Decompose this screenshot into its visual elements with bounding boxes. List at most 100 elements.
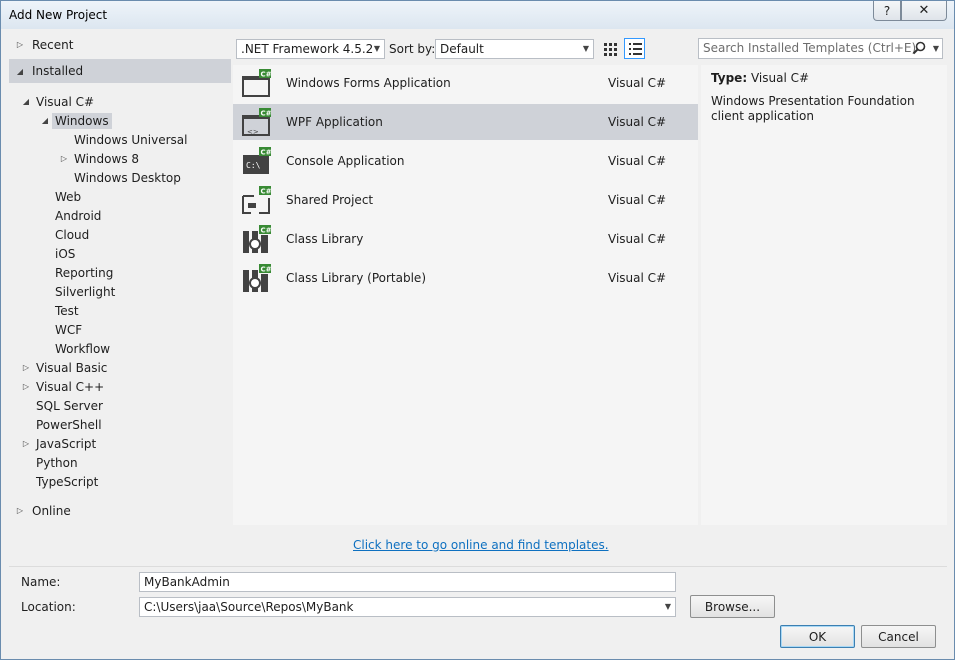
template-item-console[interactable]: C:\ C# Console Application Visual C# xyxy=(233,143,698,179)
template-name: Class Library xyxy=(286,232,364,246)
tree-label: Test xyxy=(55,303,79,318)
find-online-templates-link[interactable]: Click here to go online and find templat… xyxy=(353,538,609,552)
class-library-portable-icon: C# xyxy=(243,264,272,292)
expand-arrow-icon[interactable]: ▷ xyxy=(59,154,69,164)
expand-arrow-icon[interactable]: ▷ xyxy=(21,382,31,392)
tree-item-reporting[interactable]: Reporting xyxy=(9,263,231,282)
add-new-project-dialog: Add New Project ? ✕ ▷ Recent ◢ Installed… xyxy=(0,0,955,660)
ok-button[interactable]: OK xyxy=(780,625,855,648)
search-templates-input[interactable]: Search Installed Templates (Ctrl+E) ▼ xyxy=(698,38,943,59)
tree-item-windows-8[interactable]: ▷ Windows 8 xyxy=(9,149,231,168)
tree-item-ios[interactable]: iOS xyxy=(9,244,231,263)
template-name: Shared Project xyxy=(286,193,374,207)
framework-select[interactable]: .NET Framework 4.5.2 ▼ xyxy=(236,39,385,59)
tree-item-online[interactable]: ▷ Online xyxy=(9,501,231,520)
type-label: Type: xyxy=(711,71,748,85)
template-type: Type: Visual C# xyxy=(711,71,937,85)
console-application-icon: C:\ C# xyxy=(243,147,272,174)
type-value: Visual C# xyxy=(750,71,810,85)
tree-label: JavaScript xyxy=(36,436,97,451)
chevron-down-icon[interactable]: ▼ xyxy=(665,598,671,616)
tree-item-visual-basic[interactable]: ▷ Visual Basic xyxy=(9,358,231,377)
browse-button[interactable]: Browse... xyxy=(690,595,775,618)
tree-item-windows-desktop[interactable]: Windows Desktop xyxy=(9,168,231,187)
tree-item-wcf[interactable]: WCF xyxy=(9,320,231,339)
sort-by-label: Sort by: xyxy=(389,42,436,56)
svg-text:C:\: C:\ xyxy=(246,161,261,170)
tree-label: Windows xyxy=(52,112,112,129)
search-icon[interactable] xyxy=(912,41,926,55)
dialog-content: ▷ Recent ◢ Installed ◢ Visual C# ◢ Windo… xyxy=(9,31,947,653)
tree-label: Reporting xyxy=(55,265,114,280)
tree-item-android[interactable]: Android xyxy=(9,206,231,225)
browse-label: Browse... xyxy=(704,599,761,614)
template-item-shared-project[interactable]: C# Shared Project Visual C# xyxy=(233,182,698,218)
expand-arrow-icon[interactable]: ▷ xyxy=(21,363,31,373)
template-list: C# Windows Forms Application Visual C# <… xyxy=(233,65,698,525)
template-tree: ▷ Recent ◢ Installed ◢ Visual C# ◢ Windo… xyxy=(9,31,231,566)
cancel-button[interactable]: Cancel xyxy=(861,625,936,648)
collapse-arrow-icon[interactable]: ◢ xyxy=(15,66,25,76)
framework-value: .NET Framework 4.5.2 xyxy=(241,42,374,56)
tree-item-typescript[interactable]: TypeScript xyxy=(9,472,231,491)
sort-by-select[interactable]: Default ▼ xyxy=(435,39,594,59)
wpf-application-icon: <> C# xyxy=(242,108,272,136)
tree-label: WCF xyxy=(55,322,83,337)
list-view-button[interactable] xyxy=(624,38,645,59)
tree-item-sql-server[interactable]: SQL Server xyxy=(9,396,231,415)
template-name: WPF Application xyxy=(286,115,383,129)
tree-item-test[interactable]: Test xyxy=(9,301,231,320)
tree-item-windows-universal[interactable]: Windows Universal xyxy=(9,130,231,149)
collapse-arrow-icon[interactable]: ◢ xyxy=(21,97,31,107)
template-item-windows-forms[interactable]: C# Windows Forms Application Visual C# xyxy=(233,65,698,101)
template-language: Visual C# xyxy=(608,154,667,168)
collapse-arrow-icon[interactable]: ◢ xyxy=(40,116,50,126)
tree-item-visual-cpp[interactable]: ▷ Visual C++ xyxy=(9,377,231,396)
tree-label: SQL Server xyxy=(36,398,103,413)
help-button[interactable]: ? xyxy=(873,1,901,21)
tree-item-cloud[interactable]: Cloud xyxy=(9,225,231,244)
tree-item-python[interactable]: Python xyxy=(9,453,231,472)
tree-label: Visual C++ xyxy=(36,379,105,394)
tree-label: Recent xyxy=(32,37,74,52)
template-language: Visual C# xyxy=(608,193,667,207)
tree-item-recent[interactable]: ▷ Recent xyxy=(9,35,231,54)
tree-item-web[interactable]: Web xyxy=(9,187,231,206)
tree-label: PowerShell xyxy=(36,417,102,432)
expand-arrow-icon[interactable]: ▷ xyxy=(21,439,31,449)
grid-view-button[interactable] xyxy=(599,38,620,59)
project-name-input[interactable]: MyBankAdmin xyxy=(139,572,676,592)
template-language: Visual C# xyxy=(608,232,667,246)
dialog-title: Add New Project xyxy=(9,8,108,22)
tree-item-installed[interactable]: ◢ Installed xyxy=(9,59,231,83)
cancel-label: Cancel xyxy=(878,629,919,644)
project-form: Name: MyBankAdmin Location: C:\Users\jaa… xyxy=(9,566,947,653)
shared-project-icon: C# xyxy=(242,186,272,214)
chevron-down-icon[interactable]: ▼ xyxy=(933,39,939,58)
tree-label: Workflow xyxy=(55,341,111,356)
template-item-class-library[interactable]: C# Class Library Visual C# xyxy=(233,221,698,257)
tree-label: Installed xyxy=(32,64,84,78)
expand-arrow-icon[interactable]: ▷ xyxy=(15,506,25,516)
tree-label: Online xyxy=(32,503,71,518)
tree-item-powershell[interactable]: PowerShell xyxy=(9,415,231,434)
location-input[interactable]: C:\Users\jaa\Source\Repos\MyBank ▼ xyxy=(139,597,676,617)
expand-arrow-icon[interactable]: ▷ xyxy=(15,40,25,50)
sort-value: Default xyxy=(440,42,484,56)
tree-item-javascript[interactable]: ▷ JavaScript xyxy=(9,434,231,453)
template-language: Visual C# xyxy=(608,76,667,90)
tree-item-visual-csharp[interactable]: ◢ Visual C# xyxy=(9,92,231,111)
tree-label: iOS xyxy=(55,246,76,261)
tree-item-workflow[interactable]: Workflow xyxy=(9,339,231,358)
tree-item-silverlight[interactable]: Silverlight xyxy=(9,282,231,301)
svg-text:C#: C# xyxy=(261,110,272,118)
close-button[interactable]: ✕ xyxy=(901,1,947,21)
location-label: Location: xyxy=(21,600,76,614)
template-item-wpf[interactable]: <> C# WPF Application Visual C# xyxy=(233,104,698,140)
tree-item-windows[interactable]: ◢ Windows xyxy=(9,111,231,130)
template-item-class-library-portable[interactable]: C# Class Library (Portable) Visual C# xyxy=(233,260,698,296)
tree-label: Cloud xyxy=(55,227,90,242)
tree-label: Python xyxy=(36,455,78,470)
title-bar: Add New Project ? ✕ xyxy=(1,1,954,29)
search-placeholder: Search Installed Templates (Ctrl+E) xyxy=(703,41,917,55)
